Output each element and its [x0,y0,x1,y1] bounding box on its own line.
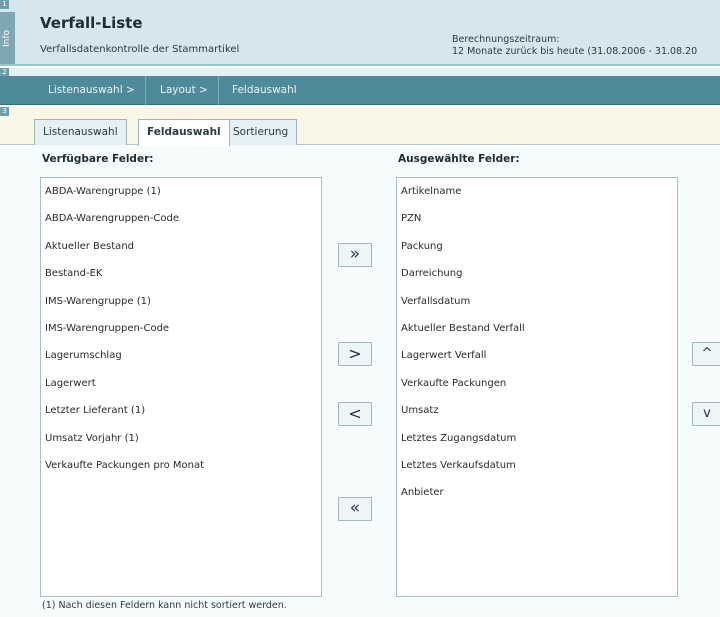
selected-field-item[interactable]: Lagerwert Verfall [401,350,486,361]
nav-item-layout[interactable]: Layout > [150,76,219,105]
available-field-item[interactable]: Aktueller Bestand [45,241,134,252]
field-selection-panel: Verfügbare Felder: Ausgewählte Felder: A… [0,145,720,617]
available-field-item[interactable]: Letzter Lieferant (1) [45,405,145,416]
available-field-item[interactable]: IMS-Warengruppe (1) [45,296,151,307]
available-field-item[interactable]: Lagerwert [45,378,96,389]
move-up-button[interactable]: ^ [692,342,720,366]
selected-field-item[interactable]: Aktueller Bestand Verfall [401,323,525,334]
add-selected-button[interactable]: > [338,342,372,366]
tab-listenauswahl[interactable]: Listenauswahl [34,119,127,145]
selected-field-item[interactable]: Packung [401,241,443,252]
tab-sortierung[interactable]: Sortierung [224,119,298,145]
tab-feldauswahl[interactable]: Feldauswahl [138,119,230,146]
available-fields-list[interactable]: ABDA-Warengruppe (1) ABDA-Warengruppen-Co… [40,177,322,597]
available-field-item[interactable]: Umsatz Vorjahr (1) [45,433,139,444]
available-field-item[interactable]: ABDA-Warengruppen-Code [45,213,179,224]
field-selection-section: 3 Listenauswahl Feldauswahl Sortierung V… [0,107,720,617]
chevron-down-icon: v [703,406,711,421]
add-all-button[interactable]: » [338,243,372,267]
chevron-left-icon: < [348,404,362,423]
tab-strip: 3 Listenauswahl Feldauswahl Sortierung [0,107,720,146]
selected-field-item[interactable]: Verfallsdatum [401,296,470,307]
chevron-up-icon: ^ [701,346,713,361]
section-number: 1 [0,0,9,9]
remove-all-button[interactable]: « [338,497,372,521]
selected-field-item[interactable]: Artikelname [401,186,461,197]
double-chevron-left-icon: « [349,498,361,518]
available-field-item[interactable]: ABDA-Warengruppe (1) [45,186,161,197]
available-field-item[interactable]: Bestand-EK [45,268,102,279]
selected-field-item[interactable]: Anbieter [401,487,444,498]
nav-section: 2 Listenauswahl > Layout > Feldauswahl [0,68,720,105]
available-field-item[interactable]: Verkaufte Packungen pro Monat [45,460,204,471]
remove-selected-button[interactable]: < [338,402,372,426]
selected-fields-list[interactable]: Artikelname PZN Packung Darreichung Verfalls… [396,177,678,597]
selected-field-item[interactable]: Darreichung [401,268,462,279]
available-fields-heading: Verfügbare Felder: [42,153,154,165]
selected-field-item[interactable]: Letztes Zugangsdatum [401,433,516,444]
nav-item-listenauswahl[interactable]: Listenauswahl > [38,76,146,105]
selected-fields-heading: Ausgewählte Felder: [398,153,520,165]
selected-field-item[interactable]: Umsatz [401,405,439,416]
selected-field-item[interactable]: Verkaufte Packungen [401,378,506,389]
page-subtitle: Verfallsdatenkontrolle der Stammartikel [40,44,240,55]
selected-field-item[interactable]: PZN [401,213,421,224]
chevron-right-icon: > [348,344,362,363]
header-section: 1 Info Verfall-Liste Verfallsdatenkontro… [0,0,720,66]
nav-item-feldauswahl[interactable]: Feldauswahl [222,76,307,105]
footnote: (1) Nach diesen Feldern kann nicht sorti… [42,600,287,611]
selected-field-item[interactable]: Letztes Verkaufsdatum [401,460,516,471]
info-tab[interactable]: Info [0,12,15,64]
section-number: 3 [0,107,9,116]
page-title: Verfall-Liste [40,14,143,32]
breadcrumb: Listenauswahl > Layout > Feldauswahl [0,76,720,105]
double-chevron-right-icon: » [349,244,361,264]
move-down-button[interactable]: v [692,402,720,426]
calc-period-label: Berechnungszeitraum: [452,34,560,45]
available-field-item[interactable]: IMS-Warengruppen-Code [45,323,169,334]
calc-period-value: 12 Monate zurück bis heute (31.08.2006 -… [452,46,698,57]
available-field-item[interactable]: Lagerumschlag [45,350,122,361]
